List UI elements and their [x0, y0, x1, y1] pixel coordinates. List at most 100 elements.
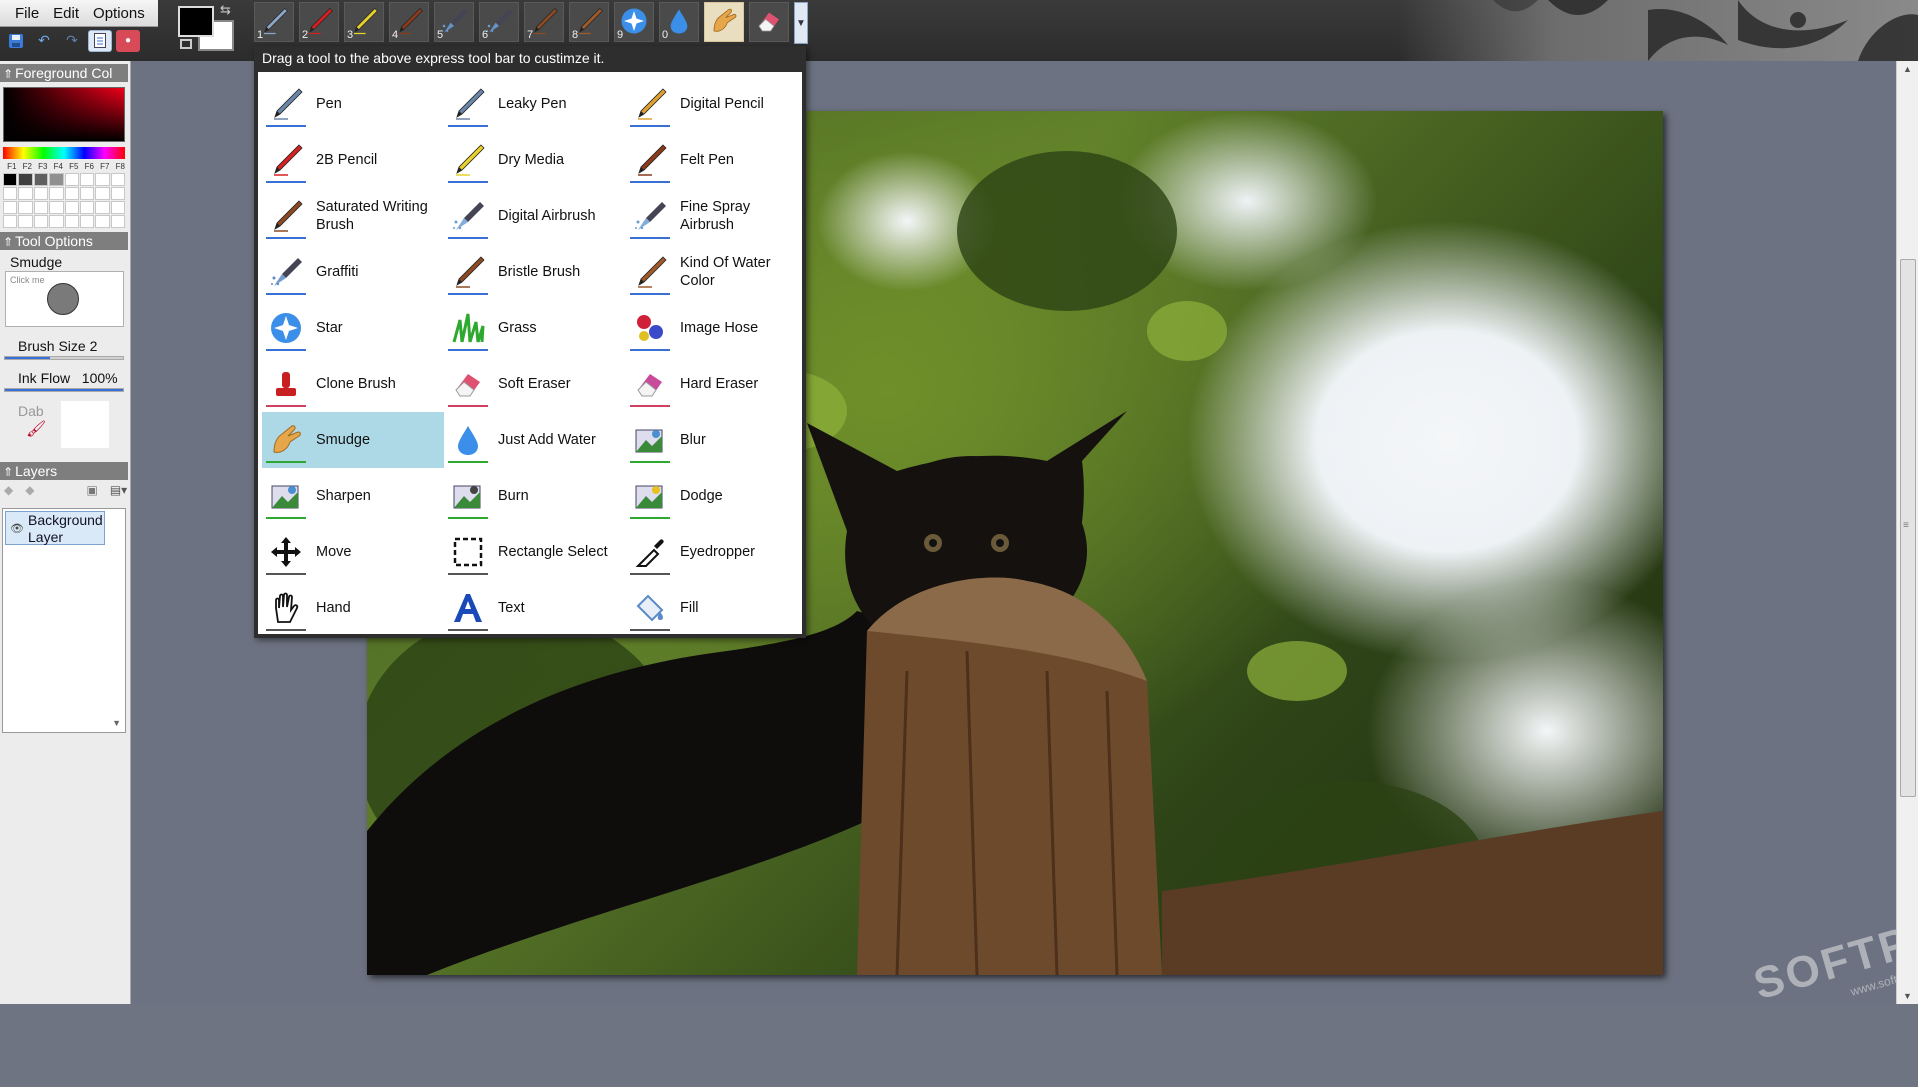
- tool-item-digital-airbrush[interactable]: Digital Airbrush: [444, 188, 626, 244]
- tool-item-kind-of-water-color[interactable]: Kind Of Water Color: [626, 244, 808, 300]
- new-layer-menu-icon[interactable]: ▤▾: [110, 483, 127, 497]
- palette-swatch[interactable]: [49, 215, 64, 228]
- palette-swatch[interactable]: [64, 187, 79, 200]
- palette-swatch[interactable]: [33, 173, 49, 186]
- tool-item-saturated-writing-brush[interactable]: Saturated Writing Brush: [262, 188, 444, 244]
- hue-strip[interactable]: [3, 147, 125, 159]
- color-picker-square[interactable]: [3, 87, 125, 142]
- tool-item-move[interactable]: Move: [262, 524, 444, 580]
- swap-colors-icon[interactable]: ⇆: [220, 2, 231, 18]
- palette-swatch[interactable]: [95, 215, 110, 228]
- tool-item-fine-spray-airbrush[interactable]: Fine Spray Airbrush: [626, 188, 808, 244]
- tool-options-header[interactable]: ⇑ Tool Options: [0, 232, 128, 250]
- tool-item-dodge[interactable]: Dodge: [626, 468, 808, 524]
- palette-swatch[interactable]: [95, 201, 110, 214]
- tool-item-blur[interactable]: Blur: [626, 412, 808, 468]
- dab-preview[interactable]: [61, 401, 109, 448]
- tool-item-hard-eraser[interactable]: Hard Eraser: [626, 356, 808, 412]
- brush-size-slider[interactable]: [4, 356, 124, 360]
- express-tool-5[interactable]: 5: [434, 2, 474, 42]
- palette-swatch[interactable]: [95, 187, 110, 200]
- express-toolbar-dropdown-icon[interactable]: ▼: [794, 2, 808, 44]
- palette-swatch[interactable]: [79, 201, 95, 214]
- tool-item-pen[interactable]: Pen: [262, 76, 444, 132]
- scroll-thumb[interactable]: ≡: [1900, 259, 1916, 797]
- tool-item-just-add-water[interactable]: Just Add Water: [444, 412, 626, 468]
- move-layer-up-icon[interactable]: ◆: [4, 483, 13, 497]
- layer-properties-icon[interactable]: ▣: [86, 483, 97, 497]
- tool-item-rectangle-select[interactable]: Rectangle Select: [444, 524, 626, 580]
- layer-list-scroll-down-icon[interactable]: ▼: [112, 718, 121, 728]
- undo-icon[interactable]: ↶: [32, 30, 56, 52]
- tool-item-bristle-brush[interactable]: Bristle Brush: [444, 244, 626, 300]
- tool-item-fill[interactable]: Fill: [626, 580, 808, 636]
- menu-options[interactable]: Options: [86, 2, 152, 25]
- palette-swatch[interactable]: [110, 173, 125, 186]
- scroll-down-icon[interactable]: ▼: [1903, 991, 1912, 1001]
- ink-flow-slider[interactable]: [4, 388, 124, 392]
- tool-item-smudge[interactable]: Smudge: [262, 412, 444, 468]
- express-tool-10[interactable]: 0: [659, 2, 699, 42]
- visibility-eye-icon[interactable]: 👁: [10, 522, 24, 535]
- tool-item-star[interactable]: Star: [262, 300, 444, 356]
- tool-item-clone-brush[interactable]: Clone Brush: [262, 356, 444, 412]
- new-document-icon[interactable]: [88, 29, 112, 52]
- palette-swatch[interactable]: [79, 173, 95, 186]
- palette-swatch[interactable]: [95, 173, 110, 186]
- vertical-scrollbar[interactable]: ▲ ≡ ▼: [1896, 61, 1918, 1004]
- foreground-color-header[interactable]: ⇑ Foreground Col: [0, 64, 128, 82]
- palette-swatch[interactable]: [3, 201, 18, 214]
- tool-item-burn[interactable]: Burn: [444, 468, 626, 524]
- palette-swatch[interactable]: [3, 187, 18, 200]
- layer-item[interactable]: 👁 Background Layer: [5, 511, 105, 545]
- tool-item-digital-pencil[interactable]: Digital Pencil: [626, 76, 808, 132]
- record-icon[interactable]: ●: [116, 29, 140, 52]
- tool-item-felt-pen[interactable]: Felt Pen: [626, 132, 808, 188]
- tool-item-soft-eraser[interactable]: Soft Eraser: [444, 356, 626, 412]
- palette-swatch[interactable]: [79, 187, 95, 200]
- palette-swatch[interactable]: [49, 173, 64, 186]
- redo-icon[interactable]: ↷: [60, 30, 84, 52]
- menu-edit[interactable]: Edit: [46, 2, 86, 25]
- move-layer-down-icon[interactable]: ◆: [25, 483, 34, 497]
- tool-item-hand[interactable]: Hand: [262, 580, 444, 636]
- tool-item-dry-media[interactable]: Dry Media: [444, 132, 626, 188]
- brush-preview-box[interactable]: Click me: [5, 271, 124, 327]
- palette-swatch[interactable]: [64, 201, 79, 214]
- palette-swatch[interactable]: [33, 187, 49, 200]
- tool-item-eyedropper[interactable]: Eyedropper: [626, 524, 808, 580]
- tool-item-image-hose[interactable]: Image Hose: [626, 300, 808, 356]
- tool-item-graffiti[interactable]: Graffiti: [262, 244, 444, 300]
- express-tool-3[interactable]: 3: [344, 2, 384, 42]
- palette-swatch[interactable]: [18, 173, 33, 186]
- express-tool-12[interactable]: [749, 2, 789, 42]
- palette-swatch[interactable]: [49, 187, 64, 200]
- palette-swatch[interactable]: [18, 215, 33, 228]
- palette-swatch[interactable]: [33, 201, 49, 214]
- palette-swatch[interactable]: [18, 187, 33, 200]
- express-tool-1[interactable]: 1: [254, 2, 294, 42]
- tool-item-sharpen[interactable]: Sharpen: [262, 468, 444, 524]
- palette-swatch[interactable]: [3, 215, 18, 228]
- express-tool-7[interactable]: 7: [524, 2, 564, 42]
- menu-file[interactable]: File: [8, 2, 46, 25]
- scroll-up-icon[interactable]: ▲: [1903, 64, 1912, 74]
- save-icon[interactable]: [4, 30, 28, 52]
- express-tool-2[interactable]: 2: [299, 2, 339, 42]
- palette-swatch[interactable]: [110, 187, 125, 200]
- palette-swatch[interactable]: [64, 215, 79, 228]
- palette-swatch[interactable]: [79, 215, 95, 228]
- palette-swatch[interactable]: [64, 173, 79, 186]
- palette-swatch[interactable]: [33, 215, 49, 228]
- palette-swatch[interactable]: [110, 215, 125, 228]
- palette-swatch[interactable]: [110, 201, 125, 214]
- palette-swatch[interactable]: [18, 201, 33, 214]
- palette-swatch[interactable]: [3, 173, 18, 186]
- foreground-color-swatch[interactable]: [178, 6, 214, 37]
- express-tool-11[interactable]: [704, 2, 744, 42]
- express-tool-6[interactable]: 6: [479, 2, 519, 42]
- tool-item-2b-pencil[interactable]: 2B Pencil: [262, 132, 444, 188]
- tool-item-grass[interactable]: Grass: [444, 300, 626, 356]
- tool-item-leaky-pen[interactable]: Leaky Pen: [444, 76, 626, 132]
- palette-swatch[interactable]: [49, 201, 64, 214]
